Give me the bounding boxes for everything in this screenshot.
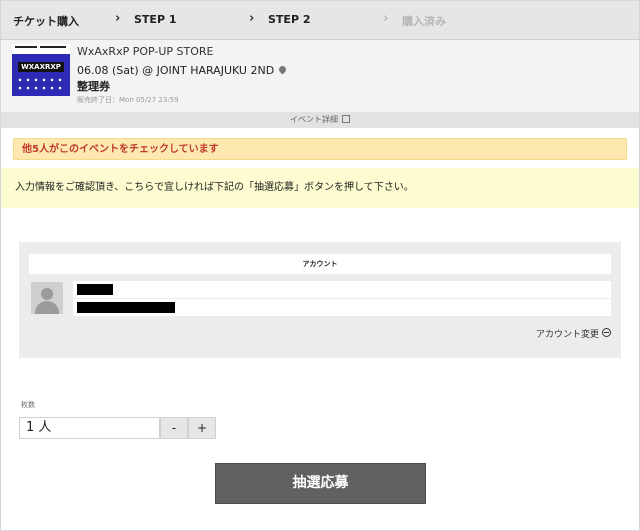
redacted-name <box>77 284 113 295</box>
quantity-input[interactable]: 1 人 <box>19 417 160 439</box>
sale-end-date: 販売終了日：Mon 05/27 23:59 <box>77 96 179 104</box>
event-title: WxAxRxP POP-UP STORE <box>77 45 214 58</box>
thumbnail-logo-text: WXAXRXP <box>18 62 64 72</box>
account-panel: アカウント アカウント変更 <box>19 242 621 358</box>
step-2: STEP 2 <box>268 13 311 26</box>
page-frame: チケット購入 › STEP 1 › STEP 2 › 購入済み WXAXRXP … <box>0 0 640 531</box>
map-pin-icon[interactable] <box>277 64 288 75</box>
minus-circle-icon[interactable] <box>602 328 611 337</box>
account-email-row <box>73 299 611 316</box>
avatar <box>31 282 63 314</box>
quantity-label: 枚数 <box>21 401 35 409</box>
ticket-type: 整理券 <box>77 80 110 93</box>
external-link-icon <box>342 115 350 123</box>
step-ticket-purchase: チケット購入 <box>13 15 79 28</box>
chevron-right-icon: › <box>383 11 389 26</box>
event-detail-link[interactable]: イベント詳細 <box>1 112 639 128</box>
chevron-right-icon: › <box>115 11 121 26</box>
quantity-increment-button[interactable]: + <box>188 417 216 439</box>
viewers-notice: 他5人がこのイベントをチェックしています <box>13 138 627 160</box>
confirmation-info: 入力情報をご確認頂き、こちらで宜しければ下記の「抽選応募」ボタンを押して下さい。 <box>1 168 639 208</box>
step-1: STEP 1 <box>134 13 177 26</box>
step-purchased: 購入済み <box>402 15 446 28</box>
account-change-link[interactable]: アカウント変更 <box>536 327 599 340</box>
quantity-decrement-button[interactable]: - <box>160 417 188 439</box>
event-thumbnail: WXAXRXP <box>12 44 70 96</box>
event-date-venue: 06.08 (Sat) @ JOINT HARAJUKU 2ND <box>77 64 288 77</box>
event-header: WXAXRXP WxAxRxP POP-UP STORE 06.08 (Sat)… <box>1 40 639 112</box>
lottery-apply-button[interactable]: 抽選応募 <box>215 463 426 504</box>
account-heading: アカウント <box>29 254 611 274</box>
chevron-right-icon: › <box>249 11 255 26</box>
event-detail-label: イベント詳細 <box>290 115 338 124</box>
event-date-venue-text: 06.08 (Sat) @ JOINT HARAJUKU 2ND <box>77 64 275 77</box>
redacted-email <box>77 302 175 313</box>
account-name-row <box>73 281 611 298</box>
step-progress-bar: チケット購入 › STEP 1 › STEP 2 › 購入済み <box>1 1 639 40</box>
